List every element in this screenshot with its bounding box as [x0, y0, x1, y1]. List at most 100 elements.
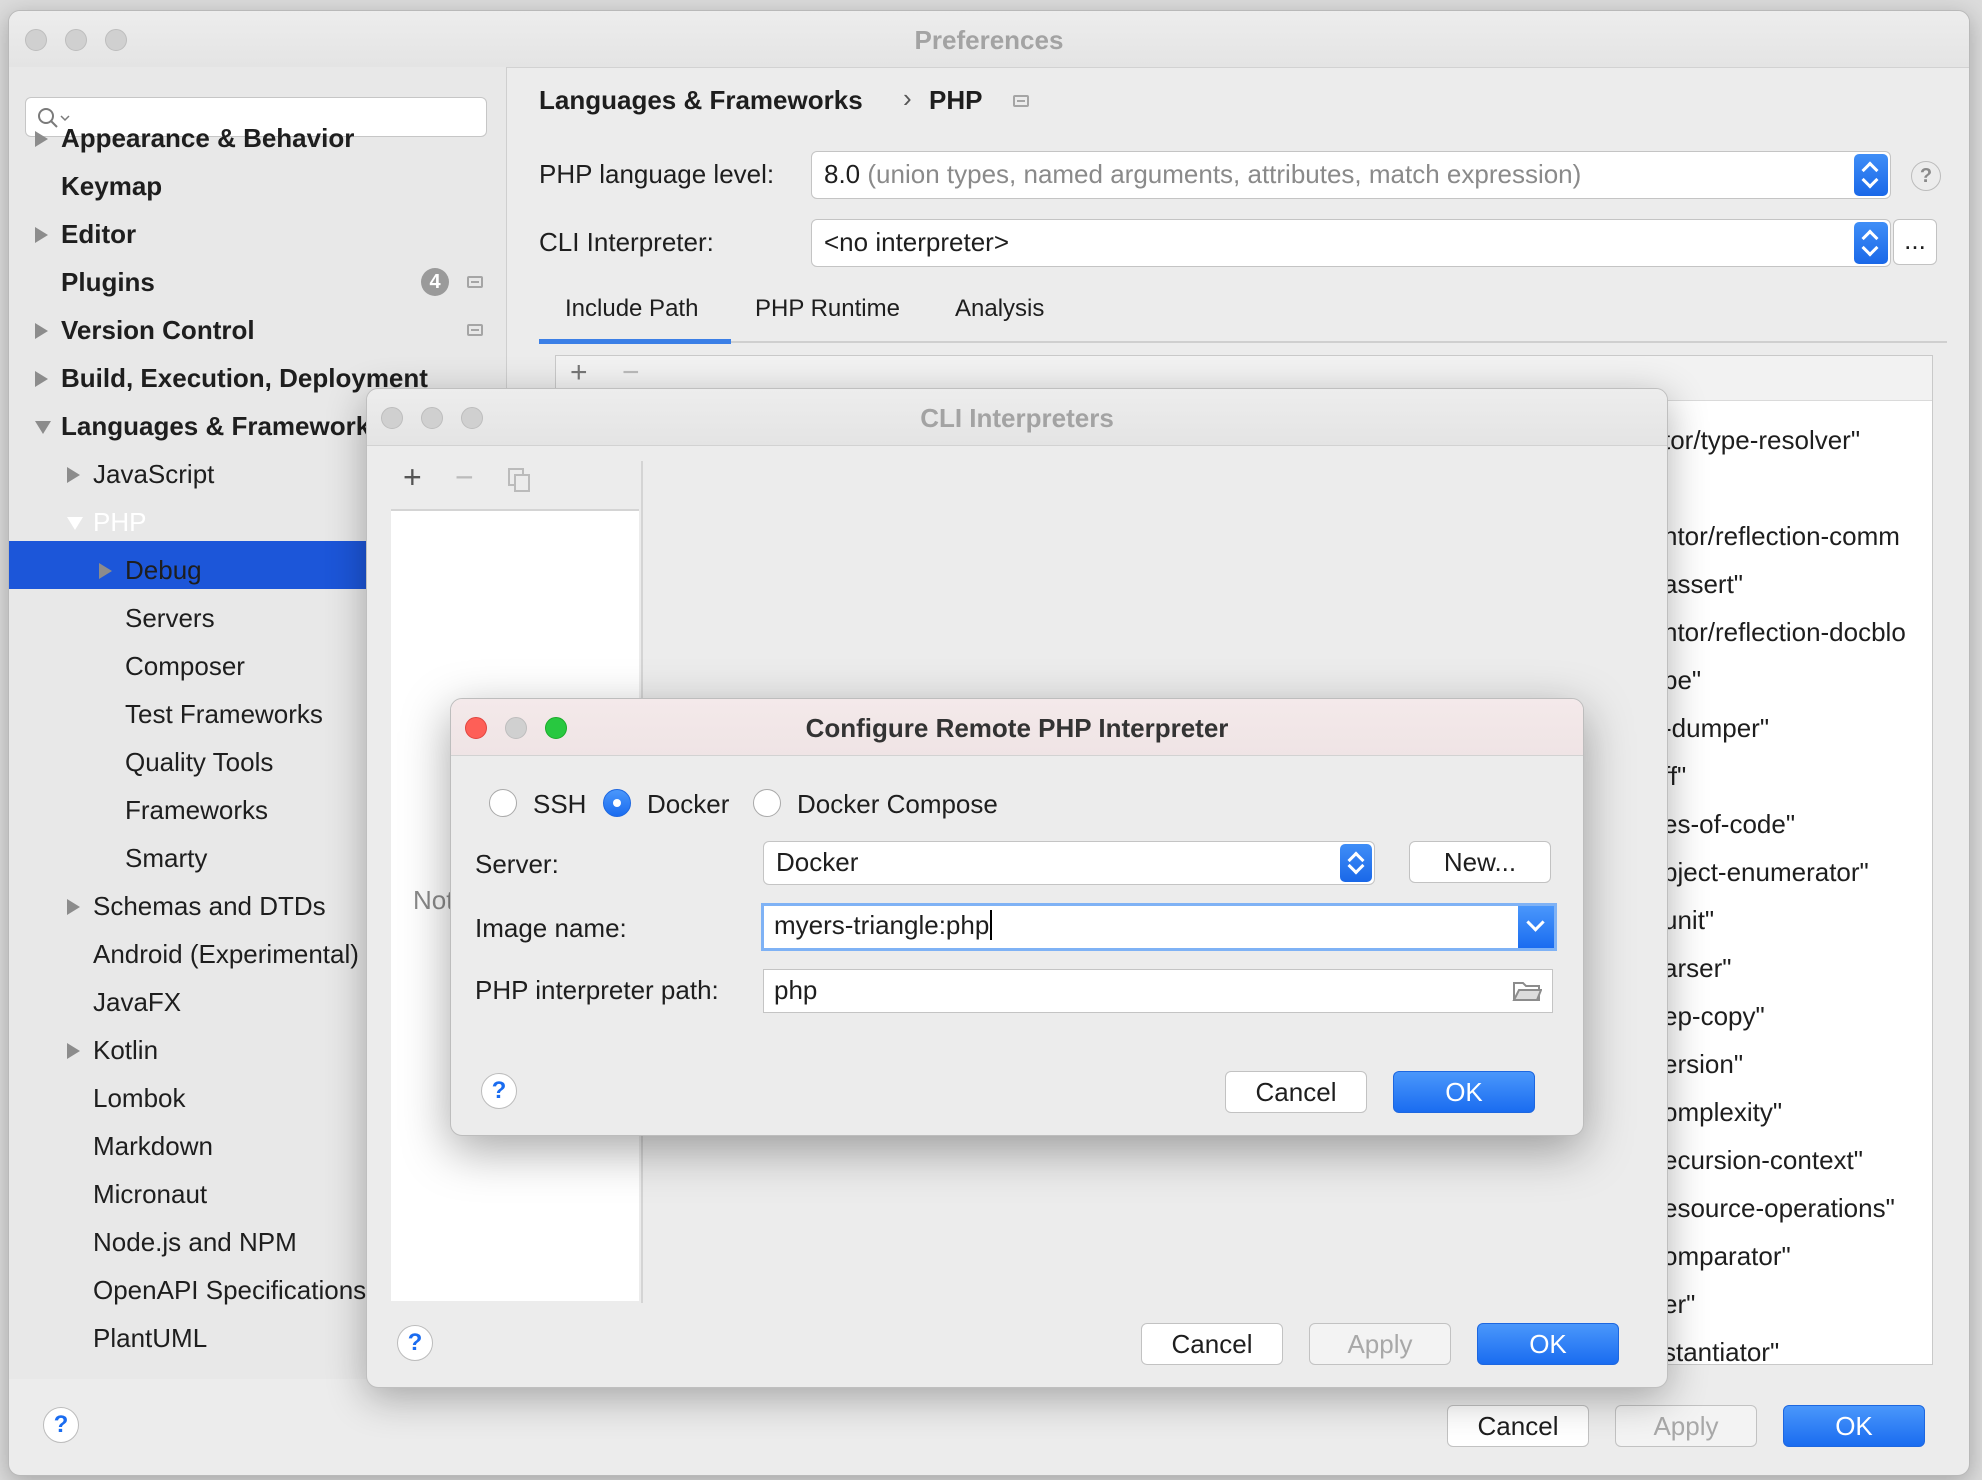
include-path-row[interactable]: assert": [1663, 569, 1743, 600]
php-path-label: PHP interpreter path:: [475, 975, 719, 1005]
server-select[interactable]: Docker: [763, 841, 1375, 885]
chevron-updown-icon[interactable]: [1340, 844, 1372, 882]
project-settings-icon: [1013, 95, 1029, 107]
chevron-updown-icon[interactable]: [1854, 222, 1888, 264]
sidebar-item-label: Lombok: [93, 1083, 186, 1113]
tab-include-path[interactable]: Include Path: [565, 295, 698, 323]
active-tab-indicator: [539, 339, 731, 344]
include-path-row[interactable]: pe": [1663, 665, 1701, 696]
cli-title: CLI Interpreters: [920, 403, 1114, 433]
chevron-down-icon[interactable]: [1518, 906, 1554, 948]
apply-button[interactable]: Apply: [1309, 1323, 1451, 1365]
sidebar-item-label: Frameworks: [125, 795, 269, 825]
include-path-row[interactable]: stantiator": [1663, 1337, 1779, 1368]
remove-icon[interactable]: −: [622, 356, 640, 390]
sidebar-item-label: JavaFX: [93, 987, 182, 1017]
sidebar-item-version-control[interactable]: Version Control: [9, 307, 506, 353]
sidebar-item-plugins[interactable]: Plugins 4: [9, 259, 506, 305]
include-path-row[interactable]: esource-operations": [1663, 1193, 1895, 1224]
include-path-row[interactable]: ersion": [1663, 1049, 1743, 1080]
project-settings-icon: [467, 324, 483, 336]
image-name-input[interactable]: myers-triangle:php: [761, 903, 1557, 951]
sidebar-item-label: Plugins: [61, 267, 155, 297]
sidebar-item-label: Debug: [125, 555, 202, 585]
sidebar-item-label: Android (Experimental): [93, 939, 359, 969]
remove-interpreter-icon[interactable]: −: [455, 459, 474, 496]
include-path-row[interactable]: omparator": [1663, 1241, 1791, 1272]
tab-analysis[interactable]: Analysis: [955, 295, 1044, 323]
ssh-radio[interactable]: [489, 789, 517, 817]
include-path-row[interactable]: bject-enumerator": [1663, 857, 1869, 888]
server-label: Server:: [475, 849, 559, 879]
php-path-input[interactable]: php: [763, 969, 1553, 1013]
preferences-titlebar: Preferences: [9, 11, 1969, 68]
language-level-hint: (union types, named arguments, attribute…: [867, 159, 1582, 189]
include-path-row[interactable]: omplexity": [1663, 1097, 1782, 1128]
cli-interpreter-more-button[interactable]: ...: [1893, 219, 1937, 265]
sidebar-item-label: Version Control: [61, 315, 255, 345]
breadcrumb-parent[interactable]: Languages & Frameworks: [539, 85, 863, 116]
sidebar-item-label: Quality Tools: [125, 747, 274, 777]
chevron-down-icon[interactable]: [35, 421, 51, 434]
docker-compose-radio-label[interactable]: Docker Compose: [797, 789, 998, 820]
add-interpreter-icon[interactable]: +: [403, 459, 422, 496]
sidebar-item-label: Composer: [125, 651, 245, 681]
sidebar-item-editor[interactable]: Editor: [9, 211, 506, 257]
include-path-row[interactable]: tor/type-resolver": [1663, 425, 1860, 456]
cli-interpreter-select[interactable]: <no interpreter>: [811, 219, 1891, 267]
sidebar-item-label: Markdown: [93, 1131, 213, 1161]
chevron-right-icon[interactable]: [67, 467, 80, 483]
sidebar-item-label: Editor: [61, 219, 137, 249]
include-path-row[interactable]: unit": [1663, 905, 1714, 936]
include-path-row[interactable]: ntor/reflection-docblo: [1663, 617, 1906, 648]
chevron-right-icon[interactable]: [35, 131, 48, 147]
cli-interpreter-value: <no interpreter>: [824, 227, 1010, 257]
chevron-down-icon[interactable]: [67, 517, 83, 530]
include-path-row[interactable]: ecursion-context": [1663, 1145, 1863, 1176]
add-icon[interactable]: +: [570, 356, 588, 390]
ssh-radio-label[interactable]: SSH: [533, 789, 586, 820]
ok-button[interactable]: OK: [1783, 1405, 1925, 1447]
sidebar-item-appearance-behavior[interactable]: Appearance & Behavior: [9, 115, 506, 161]
docker-radio[interactable]: [603, 789, 631, 817]
tab-php-runtime[interactable]: PHP Runtime: [755, 295, 900, 323]
sidebar-item-label: JavaScript: [93, 459, 215, 489]
chevron-right-icon[interactable]: [35, 227, 48, 243]
include-path-row[interactable]: arser": [1663, 953, 1731, 984]
ok-button[interactable]: OK: [1393, 1071, 1535, 1113]
help-icon[interactable]: ?: [1911, 161, 1941, 191]
cancel-button[interactable]: Cancel: [1447, 1405, 1589, 1447]
remote-title: Configure Remote PHP Interpreter: [805, 713, 1229, 743]
configure-remote-interpreter-dialog: Configure Remote PHP Interpreter SSH Doc…: [450, 698, 1584, 1136]
help-button[interactable]: ?: [481, 1073, 517, 1109]
language-level-select[interactable]: 8.0 (union types, named arguments, attri…: [811, 151, 1891, 199]
copy-icon[interactable]: [507, 467, 533, 493]
docker-compose-radio[interactable]: [753, 789, 781, 817]
cancel-button[interactable]: Cancel: [1141, 1323, 1283, 1365]
include-path-row[interactable]: ep-copy": [1663, 1001, 1765, 1032]
chevron-updown-icon[interactable]: [1854, 154, 1888, 196]
new-server-button[interactable]: New...: [1409, 841, 1551, 883]
ok-button[interactable]: OK: [1477, 1323, 1619, 1365]
chevron-right-icon[interactable]: [35, 323, 48, 339]
help-button[interactable]: ?: [43, 1407, 79, 1443]
apply-button[interactable]: Apply: [1615, 1405, 1757, 1447]
chevron-right-icon[interactable]: [99, 563, 112, 579]
chevron-right-icon[interactable]: [67, 899, 80, 915]
docker-radio-label[interactable]: Docker: [647, 789, 729, 820]
image-name-label: Image name:: [475, 913, 627, 943]
folder-icon[interactable]: [1512, 979, 1542, 1003]
include-path-row[interactable]: es-of-code": [1663, 809, 1795, 840]
chevron-right-icon[interactable]: [67, 1043, 80, 1059]
sidebar-item-label: Kotlin: [93, 1035, 159, 1065]
cancel-button[interactable]: Cancel: [1225, 1071, 1367, 1113]
sidebar-item-label: Micronaut: [93, 1179, 208, 1209]
help-button[interactable]: ?: [397, 1325, 433, 1361]
chevron-right-icon[interactable]: [35, 371, 48, 387]
include-path-row[interactable]: -dumper": [1663, 713, 1769, 744]
sidebar-item-keymap[interactable]: Keymap: [9, 163, 506, 209]
sidebar-item-label: Languages & Frameworks: [61, 411, 385, 441]
include-path-row[interactable]: ntor/reflection-comm: [1663, 521, 1900, 552]
language-level-label: PHP language level:: [539, 159, 775, 189]
project-settings-icon: [467, 276, 483, 288]
